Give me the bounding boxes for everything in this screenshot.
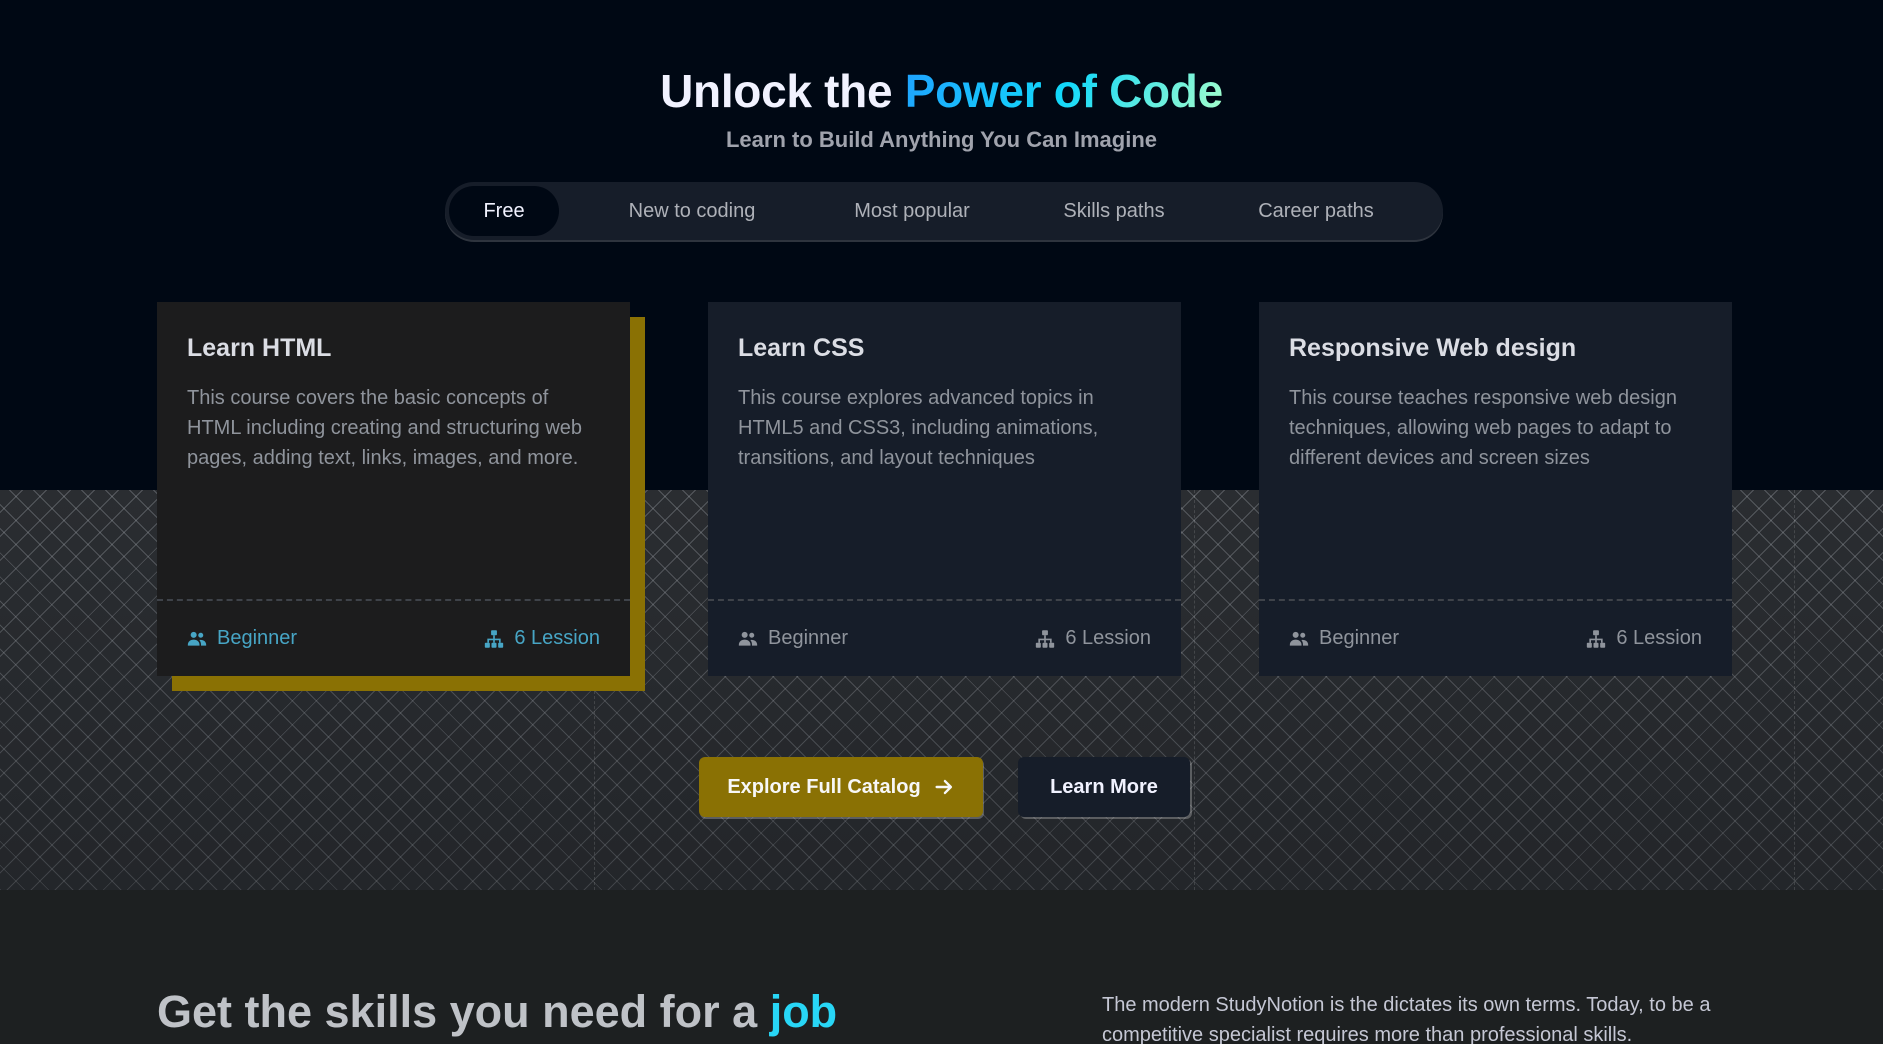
tab-skills-paths[interactable]: Skills paths <box>1029 186 1199 236</box>
card-level-label: Beginner <box>1319 627 1400 649</box>
card-lessons-label: 6 Lession <box>514 627 600 649</box>
card-body: Responsive Web design This course teache… <box>1259 302 1732 599</box>
users-icon <box>738 631 758 646</box>
card-level-label: Beginner <box>217 627 298 649</box>
hero-subtitle: Learn to Build Anything You Can Imagine <box>725 127 1158 152</box>
skills-heading-prefix: Get the skills you need for a <box>157 986 758 1037</box>
card-level-label: Beginner <box>768 627 849 649</box>
skills-heading: Get the skills you need for a job <box>157 986 837 1038</box>
skills-heading-accent: job <box>769 986 838 1037</box>
tab-most-popular[interactable]: Most popular <box>817 186 1007 236</box>
learn-more-label: Learn More <box>1050 775 1158 798</box>
card-lessons: 6 Lession <box>484 627 600 650</box>
course-card-learn-html[interactable]: Learn HTML This course covers the basic … <box>157 302 630 676</box>
card-lessons-label: 6 Lession <box>1065 627 1151 649</box>
hero-title-accent: Power of Code <box>904 65 1223 117</box>
tab-free[interactable]: Free <box>449 186 559 236</box>
course-card-learn-css[interactable]: Learn CSS This course explores advanced … <box>708 302 1181 676</box>
card-lessons: 6 Lession <box>1035 627 1151 650</box>
card-footer: Beginner 6 Lession <box>708 599 1181 676</box>
hierarchy-icon <box>1587 629 1606 648</box>
tab-new-to-coding[interactable]: New to coding <box>589 186 795 236</box>
card-description: This course covers the basic concepts of… <box>187 387 583 469</box>
users-icon <box>187 631 207 646</box>
skills-paragraph: The modern StudyNotion is the dictates i… <box>1102 994 1711 1044</box>
course-card-responsive-web-design[interactable]: Responsive Web design This course teache… <box>1259 302 1732 676</box>
course-tabs: Free New to coding Most popular Skills p… <box>445 182 1443 240</box>
arrow-right-icon <box>935 779 952 795</box>
users-icon <box>1289 631 1309 646</box>
grid-divider <box>1194 490 1195 890</box>
grid-divider <box>1794 490 1795 890</box>
card-description: This course teaches responsive web desig… <box>1289 387 1677 469</box>
hero-title-prefix: Unlock the <box>660 65 893 117</box>
card-level: Beginner <box>1289 627 1399 650</box>
card-title: Responsive Web design <box>1289 334 1577 362</box>
card-title: Learn HTML <box>187 334 332 362</box>
card-lessons-label: 6 Lession <box>1616 627 1702 649</box>
hierarchy-icon <box>485 629 504 648</box>
explore-catalog-label: Explore Full Catalog <box>727 775 921 798</box>
card-footer: Beginner 6 Lession <box>1259 599 1732 676</box>
card-level: Beginner <box>738 627 848 650</box>
card-body: Learn HTML This course covers the basic … <box>157 302 630 599</box>
learn-more-button[interactable]: Learn More <box>1018 757 1190 817</box>
card-body: Learn CSS This course explores advanced … <box>708 302 1181 599</box>
card-description: This course explores advanced topics in … <box>738 387 1099 469</box>
hierarchy-icon <box>1036 629 1055 648</box>
page: Unlock the Power of Code Learn to Build … <box>0 0 1883 1044</box>
hero-title: Unlock the Power of Code <box>0 64 1883 118</box>
card-level: Beginner <box>187 627 297 650</box>
tab-career-paths[interactable]: Career paths <box>1221 186 1411 236</box>
card-footer: Beginner 6 Lession <box>157 599 630 676</box>
explore-catalog-button[interactable]: Explore Full Catalog <box>699 757 983 817</box>
card-lessons: 6 Lession <box>1586 627 1702 650</box>
card-title: Learn CSS <box>738 334 865 362</box>
